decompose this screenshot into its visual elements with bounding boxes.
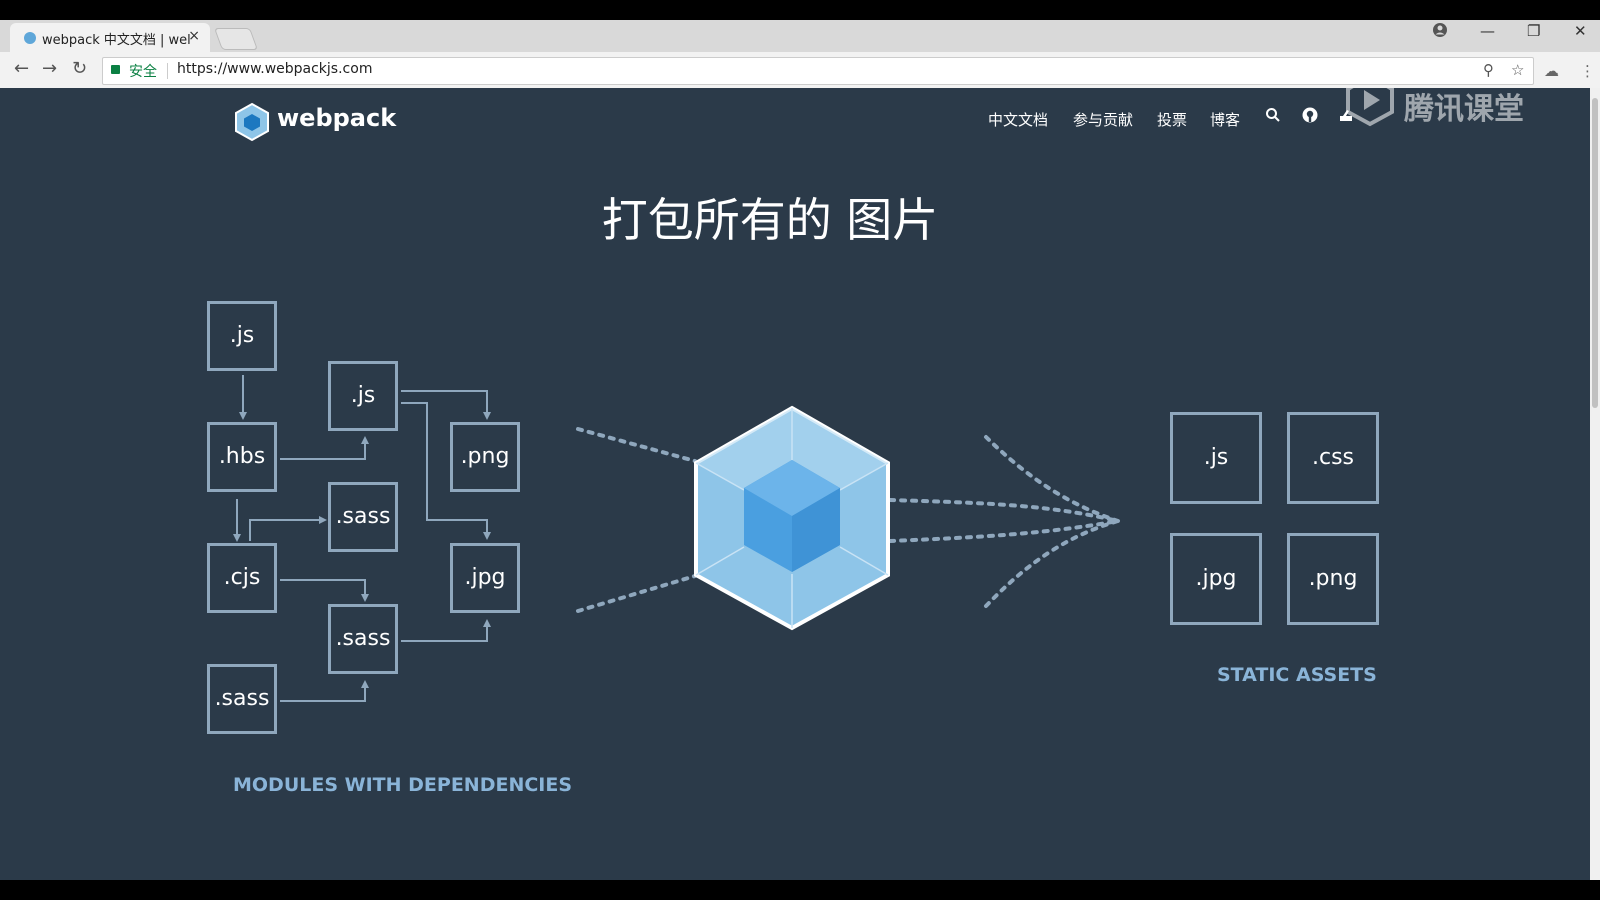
module-box: .jpg xyxy=(450,543,520,613)
module-box: .hbs xyxy=(207,422,277,492)
extension-icon[interactable]: ☁ xyxy=(1544,62,1559,80)
module-box: .js xyxy=(328,361,398,431)
menu-icon[interactable]: ⋮ xyxy=(1580,62,1595,80)
close-icon[interactable]: ✕ xyxy=(1574,22,1587,40)
module-box: .sass xyxy=(328,604,398,674)
modules-caption: MODULES WITH DEPENDENCIES xyxy=(233,774,573,796)
scrollbar[interactable] xyxy=(1590,88,1600,880)
scrollbar-thumb[interactable] xyxy=(1592,98,1598,408)
tab-title: webpack 中文文档 | wel xyxy=(42,33,191,48)
star-icon[interactable]: ☆ xyxy=(1511,61,1524,79)
module-box: .sass xyxy=(207,664,277,734)
asset-box: .png xyxy=(1287,533,1379,625)
zoom-icon[interactable]: ⚲ xyxy=(1483,61,1494,79)
module-box: .png xyxy=(450,422,520,492)
address-bar: ← → ↻ 安全 https://www.webpackjs.com ⚲ ☆ ☁… xyxy=(0,52,1600,89)
assets-caption: STATIC ASSETS xyxy=(1217,664,1377,686)
flow-line xyxy=(984,435,1120,523)
dependency-arrow xyxy=(249,516,327,541)
browser-tab[interactable]: webpack 中文文档 | wel × xyxy=(10,23,210,52)
reload-icon[interactable]: ↻ xyxy=(72,58,87,79)
asset-box: .js xyxy=(1170,412,1262,504)
webpage: webpack 中文文档 参与贡献 投票 博客 腾讯课堂 打包所有的 图片 .j… xyxy=(0,88,1590,880)
module-box: .js xyxy=(207,301,277,371)
url-input[interactable]: 安全 https://www.webpackjs.com ⚲ ☆ xyxy=(102,57,1534,85)
letterbox-bar xyxy=(0,880,1600,900)
tab-close-icon[interactable]: × xyxy=(188,28,200,44)
dependency-arrow xyxy=(280,436,369,460)
dependency-arrow xyxy=(401,619,491,642)
minimize-icon[interactable]: — xyxy=(1480,22,1495,40)
module-box: .sass xyxy=(328,482,398,552)
dependency-arrow xyxy=(280,680,369,702)
module-box: .cjs xyxy=(207,543,277,613)
account-icon[interactable] xyxy=(1432,22,1448,42)
tab-strip: webpack 中文文档 | wel × — ❐ ✕ xyxy=(0,20,1600,52)
favicon-icon xyxy=(24,32,36,44)
separator xyxy=(167,63,168,79)
new-tab-button[interactable] xyxy=(213,28,259,50)
lock-icon xyxy=(111,65,120,74)
flow-line xyxy=(576,574,697,613)
back-icon[interactable]: ← xyxy=(14,58,29,79)
restore-icon[interactable]: ❐ xyxy=(1527,22,1540,40)
forward-icon[interactable]: → xyxy=(42,58,57,79)
flow-line xyxy=(888,498,1120,523)
dependency-arrow xyxy=(401,390,491,420)
asset-box: .css xyxy=(1287,412,1379,504)
secure-label: 安全 xyxy=(129,64,157,80)
webpack-cube-icon xyxy=(694,405,890,631)
url-text: https://www.webpackjs.com xyxy=(177,61,373,77)
flow-line xyxy=(888,519,1120,543)
flow-line xyxy=(576,427,697,463)
asset-box: .jpg xyxy=(1170,533,1262,625)
dependency-arrow xyxy=(280,579,369,602)
flow-line xyxy=(984,519,1120,608)
